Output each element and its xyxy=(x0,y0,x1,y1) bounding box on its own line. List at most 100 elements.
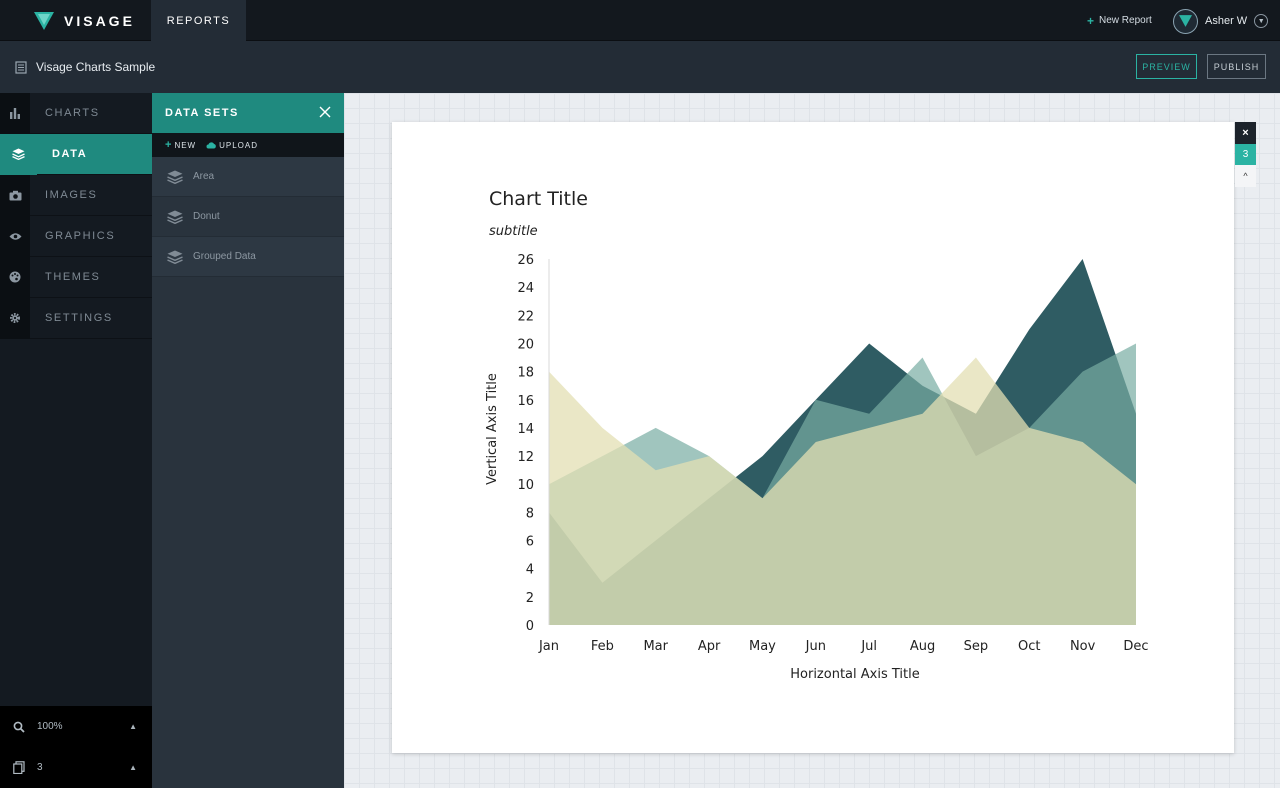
data-sets-list: Area Donut Grouped Data xyxy=(152,157,344,277)
x-tick-label: Jun xyxy=(805,639,826,654)
list-item[interactable]: Donut xyxy=(152,197,344,237)
data-sets-panel: DATA SETS + NEW UPLOAD Area Donut Groupe… xyxy=(152,93,344,788)
y-tick-label: 14 xyxy=(517,422,534,437)
y-tick-label: 16 xyxy=(517,394,534,409)
brand-logo[interactable]: VISAGE xyxy=(34,0,135,41)
user-name: Asher W xyxy=(1205,15,1248,27)
x-tick-label: May xyxy=(749,639,776,654)
nav-item-charts[interactable]: CHARTS xyxy=(0,92,152,134)
y-tick-label: 2 xyxy=(526,591,534,606)
publish-button[interactable]: PUBLISH xyxy=(1207,54,1266,79)
dataset-name: Donut xyxy=(193,211,220,222)
y-tick-label: 6 xyxy=(526,535,534,550)
new-report-label: New Report xyxy=(1099,15,1152,26)
y-tick-label: 0 xyxy=(526,619,534,634)
chevron-up-icon[interactable]: ▲ xyxy=(129,763,137,772)
list-item[interactable]: Area xyxy=(152,157,344,197)
y-tick-label: 4 xyxy=(526,563,534,578)
nav-item-images[interactable]: IMAGES xyxy=(0,174,152,216)
page-tools: × 3 ^ xyxy=(1235,122,1256,187)
x-tick-label: Aug xyxy=(910,639,935,654)
nav-label: SETTINGS xyxy=(45,312,113,324)
nav-label: GRAPHICS xyxy=(45,230,116,242)
document-title: Visage Charts Sample xyxy=(15,41,155,93)
x-tick-label: Feb xyxy=(591,639,614,654)
eye-icon xyxy=(9,232,21,240)
tab-reports[interactable]: REPORTS xyxy=(151,0,246,41)
close-page-button[interactable]: × xyxy=(1235,122,1256,144)
document-bar: Visage Charts Sample PREVIEW PUBLISH xyxy=(0,41,1280,93)
palette-icon xyxy=(9,271,21,283)
nav-label: DATA xyxy=(52,148,88,160)
upload-label: UPLOAD xyxy=(219,140,259,150)
avatar-logo-icon xyxy=(1179,15,1192,27)
x-tick-label: Apr xyxy=(698,639,721,654)
report-page[interactable]: Chart Title subtitle 0 2 4 6 8 10 12 14 16 18 20 22… xyxy=(392,122,1234,753)
y-tick-label: 26 xyxy=(517,253,534,268)
document-icon xyxy=(15,60,27,74)
top-bar: VISAGE REPORTS + New Report Asher W ▼ xyxy=(0,0,1280,41)
user-menu[interactable]: Asher W ▼ xyxy=(1173,8,1269,34)
y-tick-label: 8 xyxy=(526,506,534,521)
area-chart[interactable]: Chart Title subtitle 0246810121416182022… xyxy=(392,122,1234,753)
search-icon xyxy=(13,721,25,733)
page-count-control[interactable]: 3 ▲ xyxy=(0,747,152,788)
camera-icon xyxy=(9,190,21,200)
layers-icon xyxy=(167,250,183,264)
nav-label: THEMES xyxy=(45,271,101,283)
x-tick-label: Mar xyxy=(643,639,668,654)
preview-button[interactable]: PREVIEW xyxy=(1136,54,1197,79)
y-tick-label: 20 xyxy=(517,337,534,352)
x-tick-label: Oct xyxy=(1018,639,1040,654)
plus-icon: + xyxy=(165,139,173,151)
nav-label: IMAGES xyxy=(45,189,98,201)
data-sets-title: DATA SETS xyxy=(165,107,239,119)
new-label: NEW xyxy=(174,141,197,150)
brand-name: VISAGE xyxy=(64,12,135,29)
y-tick-label: 12 xyxy=(517,450,534,465)
nav-item-themes[interactable]: THEMES xyxy=(0,256,152,298)
data-sets-header: DATA SETS xyxy=(152,93,344,133)
list-item[interactable]: Grouped Data xyxy=(152,237,344,277)
close-icon[interactable] xyxy=(318,105,332,119)
upload-dataset-button[interactable]: UPLOAD xyxy=(206,141,258,150)
plus-icon: + xyxy=(1087,13,1095,28)
nav-label: CHARTS xyxy=(45,107,100,119)
y-tick-label: 10 xyxy=(517,478,534,493)
zoom-level: 100% xyxy=(37,721,63,732)
nav-item-graphics[interactable]: GRAPHICS xyxy=(0,215,152,257)
x-axis-title[interactable]: Horizontal Axis Title xyxy=(790,667,919,682)
y-tick-label: 22 xyxy=(517,309,534,324)
move-page-up-button[interactable]: ^ xyxy=(1235,165,1256,187)
layers-icon xyxy=(12,148,25,160)
x-tick-label: Dec xyxy=(1123,639,1148,654)
y-axis-title[interactable]: Vertical Axis Title xyxy=(485,373,500,485)
page-number-badge: 3 xyxy=(1235,144,1256,165)
chart-title[interactable]: Chart Title xyxy=(489,188,588,210)
page-count: 3 xyxy=(37,762,43,773)
zoom-control[interactable]: 100% ▲ xyxy=(0,706,152,747)
chevron-down-icon[interactable]: ▼ xyxy=(1254,14,1269,28)
new-dataset-button[interactable]: + NEW xyxy=(165,139,196,151)
chevron-up-icon[interactable]: ▲ xyxy=(129,722,137,731)
visage-logo-icon xyxy=(34,11,54,30)
x-tick-label: Nov xyxy=(1070,639,1096,654)
data-sets-actions: + NEW UPLOAD xyxy=(152,133,344,157)
layers-icon xyxy=(167,210,183,224)
cloud-upload-icon xyxy=(206,142,216,149)
avatar xyxy=(1173,8,1198,34)
y-tick-label: 24 xyxy=(517,281,534,296)
pages-icon xyxy=(12,761,25,774)
chart-subtitle[interactable]: subtitle xyxy=(489,224,538,239)
layers-icon xyxy=(167,170,183,184)
x-tick-label: Jul xyxy=(860,639,877,654)
dataset-name: Area xyxy=(193,171,215,182)
nav-item-data[interactable]: DATA xyxy=(0,133,152,175)
x-tick-label: Jan xyxy=(538,639,559,654)
new-report-link[interactable]: + New Report xyxy=(1087,0,1152,41)
left-nav: CHARTS DATA IMAGES GRAPHICS THEMES SETTI… xyxy=(0,92,152,788)
document-title-text: Visage Charts Sample xyxy=(36,60,156,74)
nav-item-settings[interactable]: SETTINGS xyxy=(0,297,152,339)
gear-icon xyxy=(10,313,20,323)
y-tick-label: 18 xyxy=(517,366,534,381)
